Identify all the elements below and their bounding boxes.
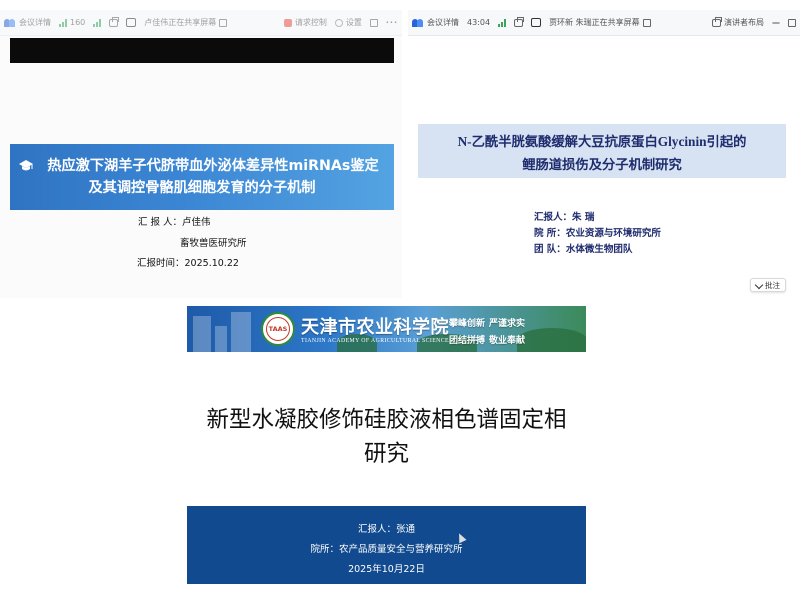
settings-button[interactable]: 设置 (331, 17, 366, 28)
tree-graphic (517, 328, 586, 352)
academy-logo: TAAS (261, 312, 295, 346)
academy-name: 天津市农业科学院 (301, 317, 449, 337)
slide3-institute: 院所：农产品质量安全与营养研究所 (310, 544, 463, 555)
more-button[interactable]: ··· (382, 18, 402, 27)
shared-screen-window-2: 会议详情 43:04 贾环新 朱瑞正在共享屏幕 演讲者布局 — N-乙酰半胱氨酸… (408, 10, 800, 298)
meeting-details-label: 会议详情 (427, 18, 459, 27)
meeting-timer: 43:04 (467, 18, 491, 27)
pen-icon (754, 280, 764, 290)
building-graphic (193, 316, 211, 352)
slide2-reporter: 汇报人：朱 瑞 (534, 209, 594, 223)
signal-bars-icon (93, 18, 102, 27)
slide3-title-line2: 研究 (363, 441, 409, 467)
slide1-date-value: 2025.10.22 (184, 258, 239, 269)
slide1-date-label: 汇报时间： (137, 258, 185, 269)
popout-icon (109, 16, 120, 27)
motto-4: 敬业奉献 (489, 335, 526, 345)
motto-3: 团结拼搏 (449, 335, 486, 345)
slide2-team-label: 团 队： (534, 244, 566, 255)
meeting-details-button[interactable]: 会议详情 (408, 17, 463, 28)
meeting-details-label: 会议详情 (19, 18, 51, 27)
slide3-date: 2025年10月22日 (348, 564, 425, 575)
annotate-button[interactable]: 批注 (750, 278, 786, 292)
slide1-institute: 畜牧兽医研究所 (180, 238, 247, 249)
slide2-title-line2: 鲤肠道损伤及分子机制研究 (522, 157, 682, 172)
popout-icon (514, 16, 525, 27)
graduation-cap-icon (19, 160, 33, 171)
slide1-reporter-name: 卢佳伟 (182, 217, 211, 228)
slide1-reporter: 汇 报 人：卢佳伟 (138, 214, 211, 228)
pin-icon (531, 18, 542, 27)
slide2-team: 团 队：水体微生物团队 (534, 241, 632, 255)
slide1-title-line2: 及其调控骨骼肌细胞发育的分子机制 (88, 180, 316, 196)
popout-button[interactable] (105, 16, 122, 27)
slide2-title-banner: N-乙酰半胱氨酸缓解大豆抗原蛋白Glycinin引起的 鲤肠道损伤及分子机制研究 (418, 124, 786, 178)
building-graphic (231, 312, 251, 352)
share-status: 贾环新 朱瑞正在共享屏幕 (545, 17, 655, 28)
academy-english-name: TIANJIN ACADEMY OF AGRICULTURAL SCIENCES (301, 338, 453, 344)
screen-icon (219, 18, 228, 27)
request-control-label: 请求控制 (294, 18, 327, 27)
slide2-title-line1: N-乙酰半胱氨酸缓解大豆抗原蛋白Glycinin引起的 (457, 134, 747, 149)
share-status-text: 卢佳伟正在共享屏幕 (144, 18, 217, 27)
slide1-date: 汇报时间：2025.10.22 (137, 255, 239, 269)
signal-bars-button[interactable] (494, 18, 510, 27)
slide2-institute-value: 农业资源与环境研究所 (565, 228, 661, 239)
building-graphic (215, 326, 227, 352)
slide2-institute-label: 院 所： (534, 228, 566, 239)
meeting-logo-icon (412, 18, 424, 27)
slide3-footer: 汇报人：张通 院所：农产品质量安全与营养研究所 2025年10月22日 (187, 506, 586, 584)
control-icon (283, 18, 292, 27)
slide1-reporter-label: 汇 报 人： (138, 217, 183, 228)
settings-label: 设置 (345, 18, 362, 27)
motto-2: 严谨求实 (489, 318, 526, 328)
layout-label: 演讲者布局 (724, 18, 764, 27)
motto-1: 攀峰创新 (449, 318, 486, 328)
slide2-team-value: 水体微生物团队 (565, 244, 633, 255)
signal-bars-icon (498, 18, 507, 27)
share-status-text: 贾环新 朱瑞正在共享屏幕 (549, 18, 640, 27)
network-value: 160 (70, 18, 86, 27)
slide-top-band (10, 38, 394, 63)
slide2-institute: 院 所：农业资源与环境研究所 (534, 225, 661, 239)
layout-button[interactable]: 演讲者布局 (708, 16, 768, 28)
maximize-button[interactable] (784, 18, 800, 27)
shared-screen-window-1: 会议详情 160 卢佳伟正在共享屏幕 请求控制 设置 ··· 热应激下湖羊子代脐… (0, 10, 402, 298)
academy-seal-text: TAAS (266, 317, 290, 341)
slide1-title-line1: 热应激下湖羊子代脐带血外泌体差异性miRNAs鉴定 (47, 158, 379, 174)
network-status: 160 (55, 18, 89, 27)
meeting-toolbar: 会议详情 160 卢佳伟正在共享屏幕 请求控制 设置 ··· (0, 10, 402, 36)
maximize-icon (788, 18, 796, 27)
screen-icon (642, 18, 651, 27)
signal-icon (59, 18, 67, 27)
gear-icon (334, 18, 343, 27)
layout-icon (712, 16, 722, 27)
pin-icon (126, 18, 137, 27)
pin-button[interactable] (122, 18, 140, 27)
request-control-button[interactable]: 请求控制 (280, 17, 331, 28)
meeting-logo-icon (4, 18, 16, 27)
popout-button[interactable] (510, 16, 527, 27)
meeting-toolbar: 会议详情 43:04 贾环新 朱瑞正在共享屏幕 演讲者布局 — (408, 10, 800, 36)
slide2-reporter-name: 朱 瑞 (572, 212, 595, 223)
slide2-reporter-label: 汇报人： (534, 212, 573, 223)
screen-button[interactable] (366, 18, 382, 27)
slide3-title-line1: 新型水凝胶修饰硅胶液相色谱固定相 (206, 407, 567, 433)
minimize-button[interactable]: — (768, 18, 784, 27)
pin-button[interactable] (527, 18, 545, 27)
fullscreen-icon (369, 18, 378, 27)
signal-bars-button[interactable] (89, 18, 105, 27)
slide1-title-banner: 热应激下湖羊子代脐带血外泌体差异性miRNAs鉴定 及其调控骨骼肌细胞发育的分子… (10, 144, 394, 210)
annotate-label: 批注 (765, 280, 780, 290)
shared-slide-3: TAAS 天津市农业科学院 TIANJIN ACADEMY OF AGRICUL… (187, 306, 586, 584)
academy-header: TAAS 天津市农业科学院 TIANJIN ACADEMY OF AGRICUL… (187, 306, 586, 352)
slide3-reporter: 汇报人：张通 (357, 524, 415, 535)
share-status: 卢佳伟正在共享屏幕 (140, 17, 231, 28)
meeting-details-button[interactable]: 会议详情 (0, 17, 55, 28)
